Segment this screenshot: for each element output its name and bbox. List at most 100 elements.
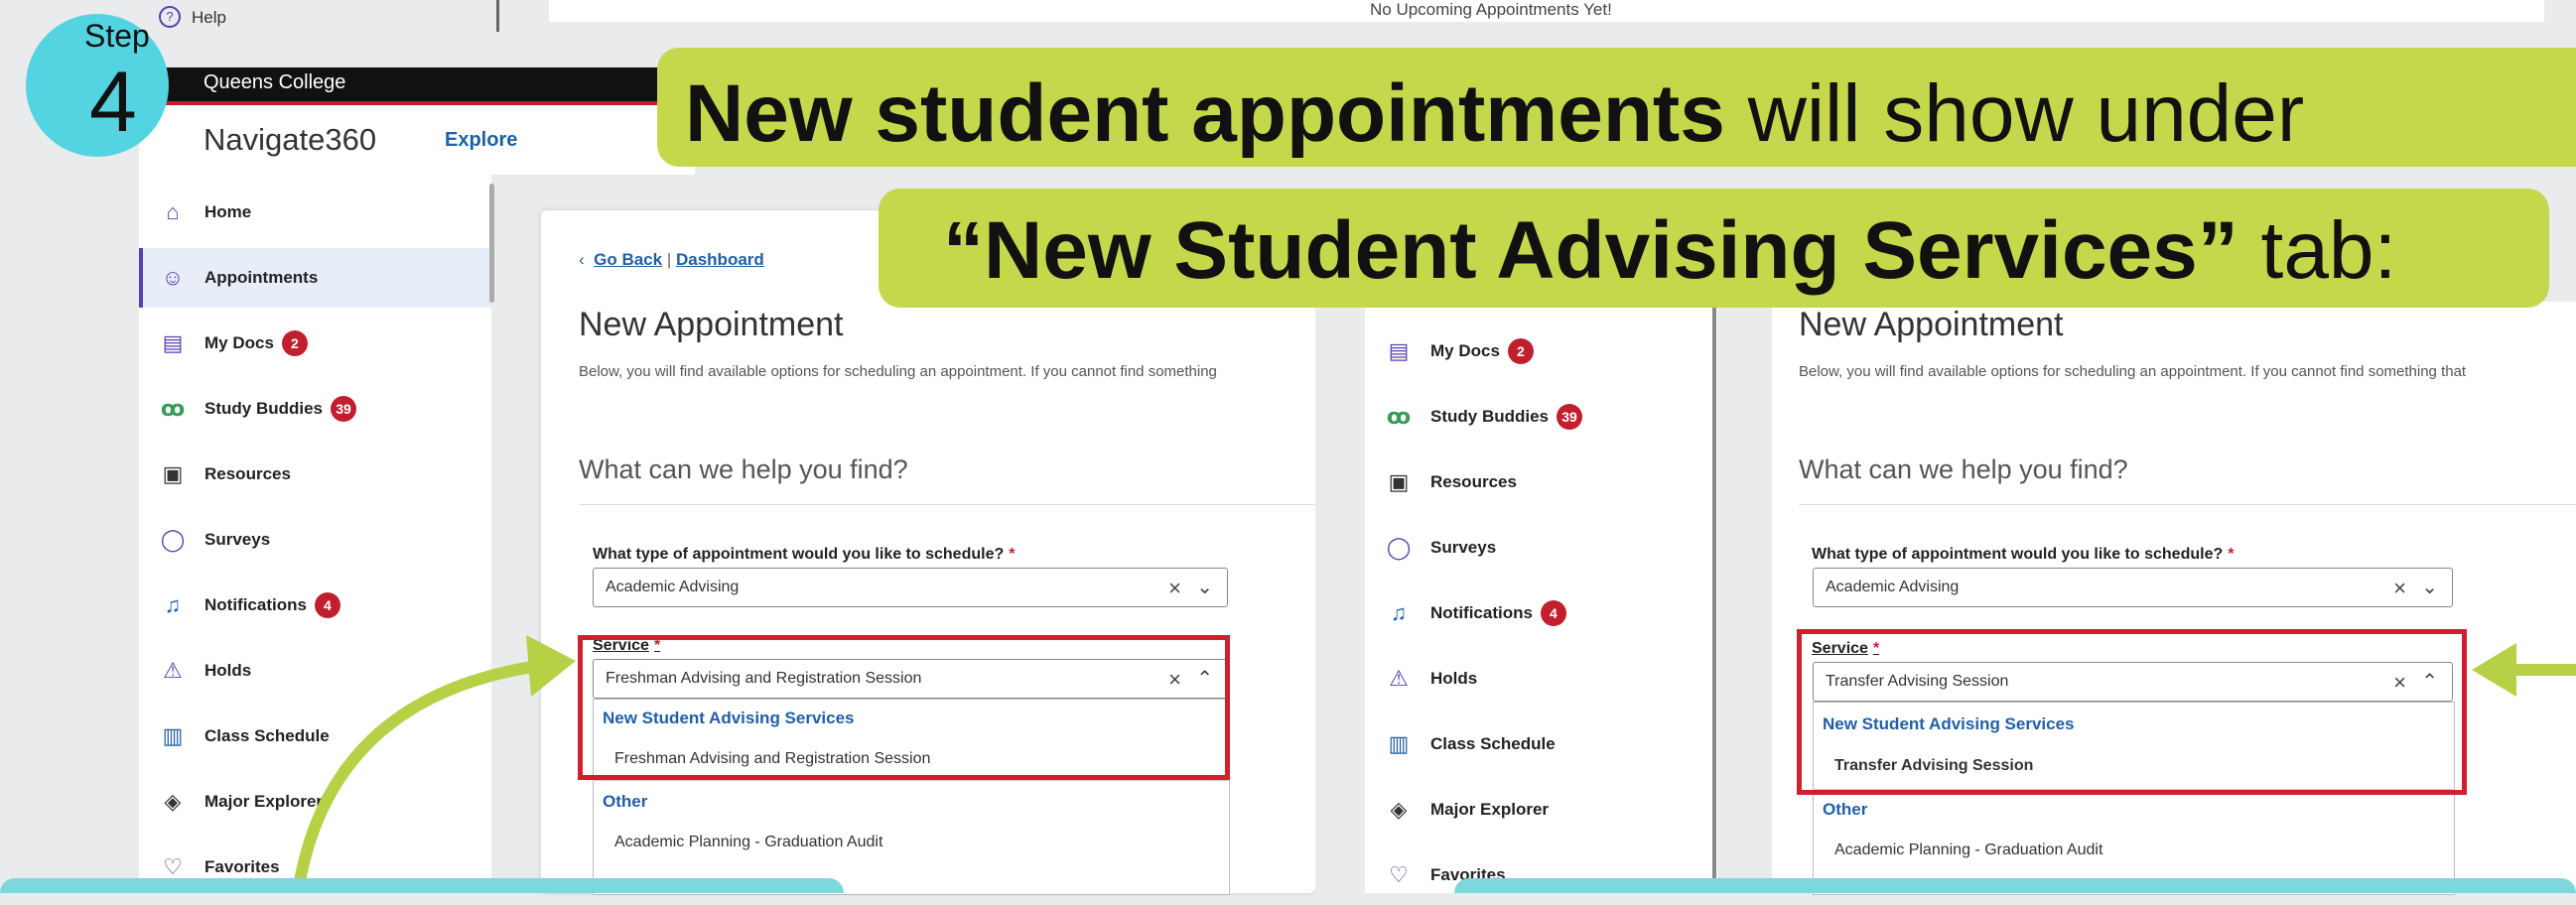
sidebar-scrollbar[interactable] [489,184,494,303]
heart-icon: ♡ [163,854,183,879]
chevron-down-icon[interactable]: ⌄ [1196,575,1213,599]
sidebar-item-label: Notifications [204,595,307,614]
count-badge: 39 [331,396,357,422]
count-badge: 2 [1507,338,1534,364]
explore-link[interactable]: Explore [445,129,517,152]
heart-icon: ♡ [1389,862,1409,887]
screenshot-gap [1315,288,1365,893]
section-divider [579,504,1315,505]
people-icon: ꝏ [1386,404,1412,429]
no-appointments-text: No Upcoming Appointments Yet! [1370,0,1612,19]
sidebar-right-border [1712,302,1716,893]
caption-bubble-left [0,878,844,893]
page-title: New Appointment [579,306,844,343]
sidebar-item-appointments[interactable]: ☺ Appointments [139,248,491,308]
sidebar-item-surveys[interactable]: ◯ Surveys [1365,518,1717,578]
clear-icon[interactable]: × [1168,576,1181,601]
sidebar-item-notifications[interactable]: ♫ Notifications 4 [1365,583,1717,643]
page-description: Below, you will find available options f… [1799,363,2467,380]
type-label: What type of appointment would you like … [593,546,1016,563]
sidebar-item-label: Appointments [204,268,319,287]
step-label: Step [84,18,150,54]
section-question: What can we help you find? [1799,454,2128,484]
sidebar-item-label: My Docs [1430,341,1500,360]
page-description: Below, you will find available options f… [579,363,1217,380]
warning-icon: ⚠ [163,658,183,683]
arrow-right-annotation [2472,643,2576,697]
sidebar-item-label: Resources [204,464,291,483]
count-badge: 39 [1557,404,1583,430]
dropdown-group-header: Other [1823,800,1868,819]
sidebar-item-resources[interactable]: ▣ Resources [1365,452,1717,512]
arrow-left-annotation [292,635,576,893]
appointment-type-select[interactable]: Academic Advising × ⌄ [593,568,1228,607]
count-badge: 4 [1540,600,1566,626]
sidebar-item-label: Surveys [1430,538,1497,557]
resources-icon: ▣ [162,461,184,486]
warning-icon: ⚠ [1389,666,1409,691]
sidebar-item-home[interactable]: ⌂ Home [139,183,491,242]
sidebar-item-study-buddies[interactable]: ꝏ Study Buddies 39 [1365,387,1717,447]
sidebar-item-resources[interactable]: ▣ Resources [139,445,491,504]
sidebar-item-label: Notifications [1430,603,1533,622]
document-icon: ▤ [162,330,184,355]
highlight-box-right [1797,629,2467,795]
sidebar-item-class-schedule[interactable]: ▥ Class Schedule [1365,714,1717,774]
panel-divider [496,0,499,32]
count-badge: 2 [281,330,308,356]
breadcrumb: ‹ Go Back | Dashboard [579,250,764,270]
dashboard-link[interactable]: Dashboard [676,250,764,269]
chevron-down-icon[interactable]: ⌄ [2421,575,2438,599]
person-icon: ☺ [161,265,185,290]
sidebar-item-major-explorer[interactable]: ◈ Major Explorer [1365,780,1717,840]
sidebar-item-label: Major Explorer [1430,800,1550,819]
sidebar-item-holds[interactable]: ⚠ Holds [1365,649,1717,709]
sidebar-item-label: Surveys [204,530,271,549]
sidebar-item-label: Class Schedule [1430,734,1556,753]
chat-icon: ◯ [1386,535,1412,560]
sidebar-right: ▤ My Docs 2 ꝏ Study Buddies 39 ▣ Resourc… [1365,302,1717,893]
clear-icon[interactable]: × [2393,576,2406,601]
section-question: What can we help you find? [579,454,908,484]
headline-line-2: “New Student Advising Services” tab: [943,205,2397,296]
breadcrumb-separator: | [666,250,672,269]
graduation-cap-icon: ◈ [1390,797,1408,822]
headline-line-1: New student appointments will show under [685,68,2305,159]
sidebar-item-mydocs[interactable]: ▤ My Docs 2 [139,314,491,373]
calendar-icon: ▥ [1388,731,1410,756]
help-link[interactable]: Help [192,8,226,28]
count-badge: 4 [314,592,340,618]
dropdown-option[interactable]: Academic Planning - Graduation Audit [614,834,882,851]
dropdown-option[interactable]: Academic Planning - Graduation Audit [1834,841,2102,859]
sidebar-item-label: Study Buddies [1430,407,1550,426]
sidebar-item-label: Favorites [204,857,280,876]
graduation-cap-icon: ◈ [164,789,182,814]
chevron-left-icon: ‹ [579,250,595,269]
sidebar-item-mydocs[interactable]: ▤ My Docs 2 [1365,322,1717,381]
sidebar-item-study-buddies[interactable]: ꝏ Study Buddies 39 [139,379,491,439]
dropdown-group-header: Other [603,792,648,811]
type-label: What type of appointment would you like … [1812,546,2235,563]
resources-icon: ▣ [1388,469,1410,494]
chat-icon: ◯ [160,527,186,552]
calendar-icon: ▥ [162,723,184,748]
go-back-link[interactable]: Go Back [594,250,662,269]
college-name: Queens College [203,71,346,93]
sidebar-item-surveys[interactable]: ◯ Surveys [139,510,491,570]
step-number: 4 [89,55,137,150]
sidebar-item-label: Study Buddies [204,399,324,418]
help-icon[interactable]: ? [159,6,181,28]
sidebar-item-favorites[interactable]: ♡ Favorites [1365,845,1717,905]
appointment-type-select[interactable]: Academic Advising × ⌄ [1813,568,2453,607]
sidebar-item-label: Resources [1430,472,1517,491]
bell-icon: ♫ [1390,600,1408,625]
navigate360-logo: Navigate360 [203,122,377,157]
select-value: Academic Advising [606,579,740,595]
page-title: New Appointment [1799,306,2064,343]
home-icon: ⌂ [166,199,180,224]
highlight-box-left [578,635,1230,780]
people-icon: ꝏ [160,396,186,421]
sidebar-item-label: Holds [1430,669,1478,688]
sidebar-item-label: Holds [204,661,252,680]
dropdown-divider [593,780,1228,781]
